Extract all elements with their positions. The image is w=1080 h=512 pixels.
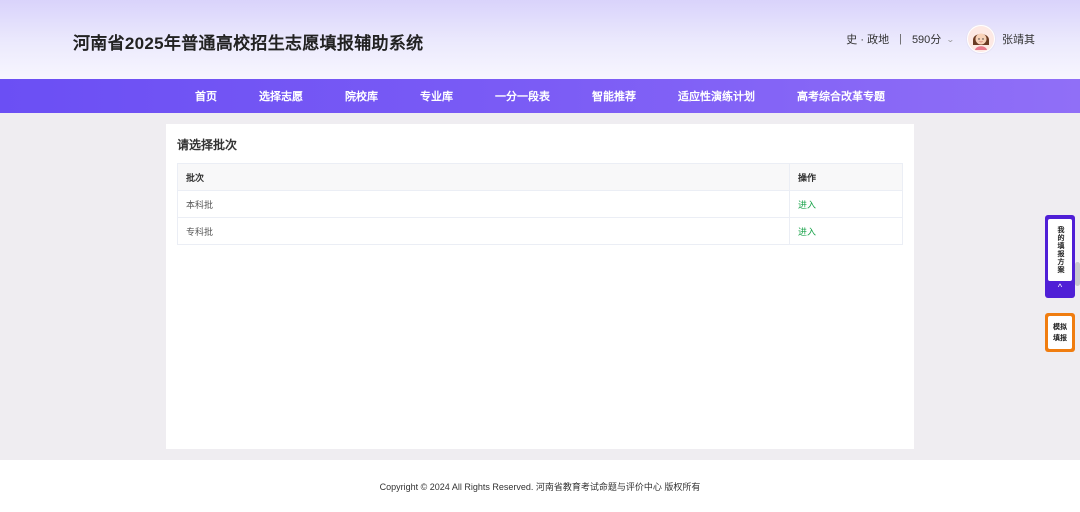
enter-link[interactable]: 进入 bbox=[798, 200, 816, 210]
nav-smart-recommend[interactable]: 智能推荐 bbox=[592, 88, 636, 104]
user-info-bar: 史 · 政地 | 590分 ⌄ 张靖其 bbox=[846, 22, 1035, 56]
nav-major-library[interactable]: 专业库 bbox=[420, 88, 453, 104]
batch-table: 批次 操作 本科批 进入 专科批 进入 bbox=[177, 163, 903, 245]
separator: | bbox=[899, 33, 902, 45]
avatar-icon[interactable] bbox=[966, 24, 996, 54]
simulate-label-box: 模拟 填报 bbox=[1048, 316, 1072, 349]
nav-college-library[interactable]: 院校库 bbox=[345, 88, 378, 104]
chevron-up-icon[interactable]: ^ bbox=[1045, 282, 1075, 292]
copyright-text: Copyright © 2024 All Rights Reserved. 河南… bbox=[379, 482, 701, 492]
simulate-fill-button[interactable]: 模拟 填报 bbox=[1045, 313, 1075, 352]
scrollbar-handle[interactable] bbox=[1075, 262, 1080, 286]
score-value: 590分 bbox=[911, 34, 942, 46]
batch-card: 请选择批次 批次 操作 本科批 进入 专科批 进入 bbox=[166, 124, 914, 449]
subject-combination: 史 · 政地 bbox=[846, 34, 890, 46]
page-title: 请选择批次 bbox=[177, 138, 238, 152]
chevron-down-icon: ⌄ bbox=[946, 34, 956, 44]
site-title: 河南省2025年普通高校招生志愿填报辅助系统 bbox=[73, 34, 424, 53]
score-dropdown[interactable]: 590分 ⌄ bbox=[911, 31, 956, 47]
nav-reform-topic[interactable]: 高考综合改革专题 bbox=[797, 88, 885, 104]
my-plan-button[interactable]: 我的填报方案 ^ bbox=[1045, 215, 1075, 298]
nav-choose-volunteer[interactable]: 选择志愿 bbox=[259, 88, 303, 104]
column-header-batch: 批次 bbox=[177, 163, 790, 191]
column-header-action: 操作 bbox=[789, 163, 903, 191]
page: 河南省2025年普通高校招生志愿填报辅助系统 史 · 政地 | 590分 ⌄ 张… bbox=[0, 0, 1080, 512]
table-header-row: 批次 操作 bbox=[177, 163, 903, 191]
footer: Copyright © 2024 All Rights Reserved. 河南… bbox=[0, 460, 1080, 512]
main-nav: 首页 选择志愿 院校库 专业库 一分一段表 智能推荐 适应性演练计划 高考综合改… bbox=[0, 79, 1080, 113]
my-plan-label: 我的填报方案 bbox=[1057, 226, 1064, 274]
username[interactable]: 张靖其 bbox=[1002, 31, 1035, 47]
enter-link[interactable]: 进入 bbox=[798, 227, 816, 237]
nav-home[interactable]: 首页 bbox=[195, 88, 217, 104]
nav-practice-plan[interactable]: 适应性演练计划 bbox=[678, 88, 755, 104]
batch-name: 本科批 bbox=[177, 190, 790, 218]
my-plan-label-box: 我的填报方案 bbox=[1048, 219, 1072, 281]
table-row: 本科批 进入 bbox=[177, 190, 903, 218]
table-row: 专科批 进入 bbox=[177, 217, 903, 245]
simulate-label-line2: 填报 bbox=[1053, 334, 1067, 342]
action-cell: 进入 bbox=[789, 190, 903, 218]
simulate-label: 模拟 填报 bbox=[1053, 322, 1067, 344]
header: 河南省2025年普通高校招生志愿填报辅助系统 史 · 政地 | 590分 ⌄ 张… bbox=[0, 0, 1080, 79]
simulate-label-line1: 模拟 bbox=[1053, 323, 1067, 331]
action-cell: 进入 bbox=[789, 217, 903, 245]
nav-score-table[interactable]: 一分一段表 bbox=[495, 88, 550, 104]
batch-name: 专科批 bbox=[177, 217, 790, 245]
